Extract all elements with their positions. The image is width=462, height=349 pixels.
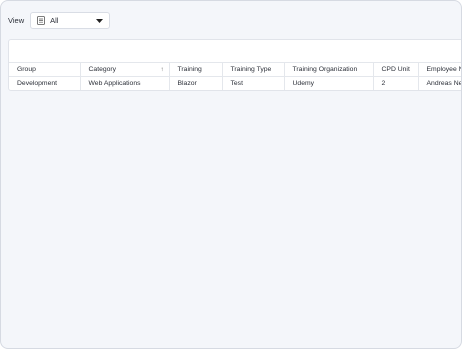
column-header-cpd-unit[interactable]: CPD Unit xyxy=(372,62,418,77)
sort-up-icon[interactable]: ↑ xyxy=(161,67,164,73)
list-icon xyxy=(37,16,46,25)
cell-cpd-unit: 2 xyxy=(372,76,418,90)
cell-training-organization: Udemy xyxy=(283,76,373,90)
column-header-employee-name[interactable]: Employee N xyxy=(417,62,461,77)
cell-category: Web Applications xyxy=(79,76,169,90)
cell-training-type: Test xyxy=(221,76,284,90)
caret-down-icon xyxy=(96,18,104,23)
column-header-category[interactable]: Category ↑ xyxy=(79,62,169,77)
column-header-training-organization[interactable]: Training Organization xyxy=(283,62,373,77)
cell-training: Blazor xyxy=(168,76,222,90)
view-label: View xyxy=(8,16,25,25)
view-toolbar: View All xyxy=(8,12,111,29)
table-header-row: Group Category ↑ Training Training Type … xyxy=(9,62,461,77)
column-header-group[interactable]: Group xyxy=(9,62,80,77)
column-header-training[interactable]: Training xyxy=(168,62,222,77)
cell-employee-name: Andreas Ne xyxy=(417,76,461,90)
grid-header-bar xyxy=(9,40,461,62)
view-dropdown[interactable]: All xyxy=(30,12,111,29)
cell-group: Development xyxy=(9,76,80,90)
column-header-category-label: Category xyxy=(88,66,117,73)
table-row[interactable]: Development Web Applications Blazor Test… xyxy=(9,76,461,90)
training-table: Group Category ↑ Training Training Type … xyxy=(9,62,461,90)
training-grid: Group Category ↑ Training Training Type … xyxy=(8,39,461,91)
view-dropdown-value: All xyxy=(50,16,59,25)
column-header-training-type[interactable]: Training Type xyxy=(221,62,284,77)
app-window: View All Group Category ↑ Training Train… xyxy=(0,0,462,349)
